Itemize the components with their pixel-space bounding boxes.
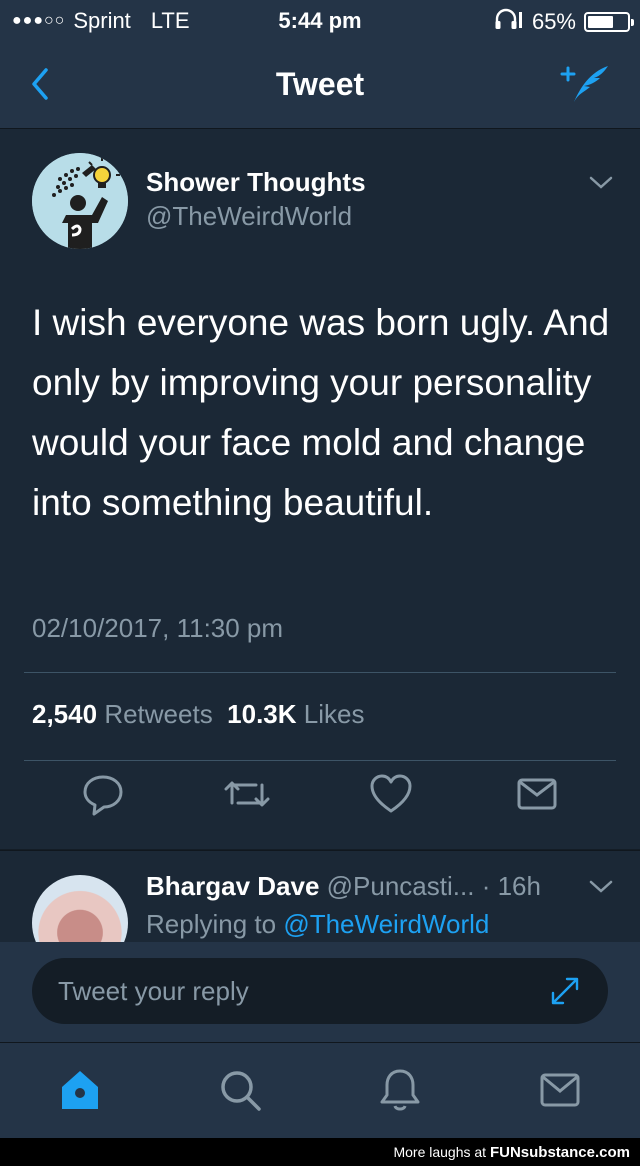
- reply-display-name[interactable]: Bhargav Dave: [146, 871, 319, 901]
- search-icon[interactable]: [215, 1065, 265, 1115]
- status-right: 65%: [494, 8, 634, 36]
- direct-message-icon[interactable]: [512, 769, 562, 819]
- reply-header: Bhargav Dave @Puncasti... · 16h: [146, 871, 616, 902]
- nav-bar: Tweet: [0, 42, 640, 129]
- reply-tweet[interactable]: Bhargav Dave @Puncasti... · 16h Replying…: [0, 850, 640, 943]
- divider: [24, 760, 616, 761]
- battery-percent: 65%: [531, 9, 576, 34]
- main-tweet: Shower Thoughts @TheWeirdWorld I wish ev…: [0, 129, 640, 849]
- reply-input[interactable]: Tweet your reply: [32, 958, 608, 1024]
- headphones-icon: [494, 8, 524, 36]
- chevron-down-icon[interactable]: [588, 879, 614, 895]
- reply-icon[interactable]: [78, 769, 128, 819]
- tab-bar: [0, 1042, 640, 1139]
- likes-count[interactable]: 10.3K: [227, 699, 296, 729]
- chevron-down-icon[interactable]: [588, 175, 614, 191]
- watermark-text: More laughs at FUNsubstance.com: [393, 1144, 630, 1161]
- avatar[interactable]: [32, 875, 128, 943]
- reply-handle[interactable]: @Puncasti...: [327, 871, 475, 901]
- battery-fill: [588, 16, 613, 28]
- tweet-timestamp: 02/10/2017, 11:30 pm: [32, 613, 284, 643]
- avatar[interactable]: [32, 153, 128, 249]
- retweet-icon[interactable]: [222, 769, 272, 819]
- battery-icon: [584, 12, 634, 32]
- retweets-count[interactable]: 2,540: [32, 699, 97, 729]
- messages-envelope-icon[interactable]: [535, 1065, 585, 1115]
- divider: [24, 672, 616, 673]
- reply-time: · 16h: [481, 871, 541, 901]
- like-heart-icon[interactable]: [366, 769, 416, 819]
- author-handle[interactable]: @TheWeirdWorld: [146, 201, 352, 232]
- retweets-label[interactable]: Retweets: [104, 699, 212, 729]
- reply-composer: Tweet your reply: [0, 942, 640, 1042]
- watermark-footer: More laughs at FUNsubstance.com: [0, 1138, 640, 1166]
- reply-placeholder: Tweet your reply: [58, 976, 249, 1006]
- page-title: Tweet: [275, 66, 365, 102]
- tweet-stats: 2,540 Retweets 10.3K Likes: [32, 699, 364, 730]
- home-icon[interactable]: [55, 1065, 105, 1115]
- compose-tweet-icon[interactable]: [556, 62, 612, 106]
- tweet-actions: [0, 769, 640, 839]
- replying-to-mention[interactable]: @TheWeirdWorld: [283, 909, 489, 939]
- watermark-prefix: More laughs at: [393, 1144, 487, 1160]
- notifications-bell-icon[interactable]: [375, 1065, 425, 1115]
- likes-label[interactable]: Likes: [304, 699, 365, 729]
- author-display-name[interactable]: Shower Thoughts: [146, 167, 366, 198]
- replying-to: Replying to @TheWeirdWorld: [146, 909, 489, 940]
- replying-to-label: Replying to: [146, 909, 277, 939]
- tweet-text: I wish everyone was born ugly. And only …: [32, 302, 610, 523]
- status-bar: ●●●○○ Sprint LTE 5:44 pm 65%: [0, 0, 640, 42]
- watermark-brand: FUNsubstance.com: [489, 1144, 630, 1161]
- expand-icon[interactable]: [548, 974, 582, 1008]
